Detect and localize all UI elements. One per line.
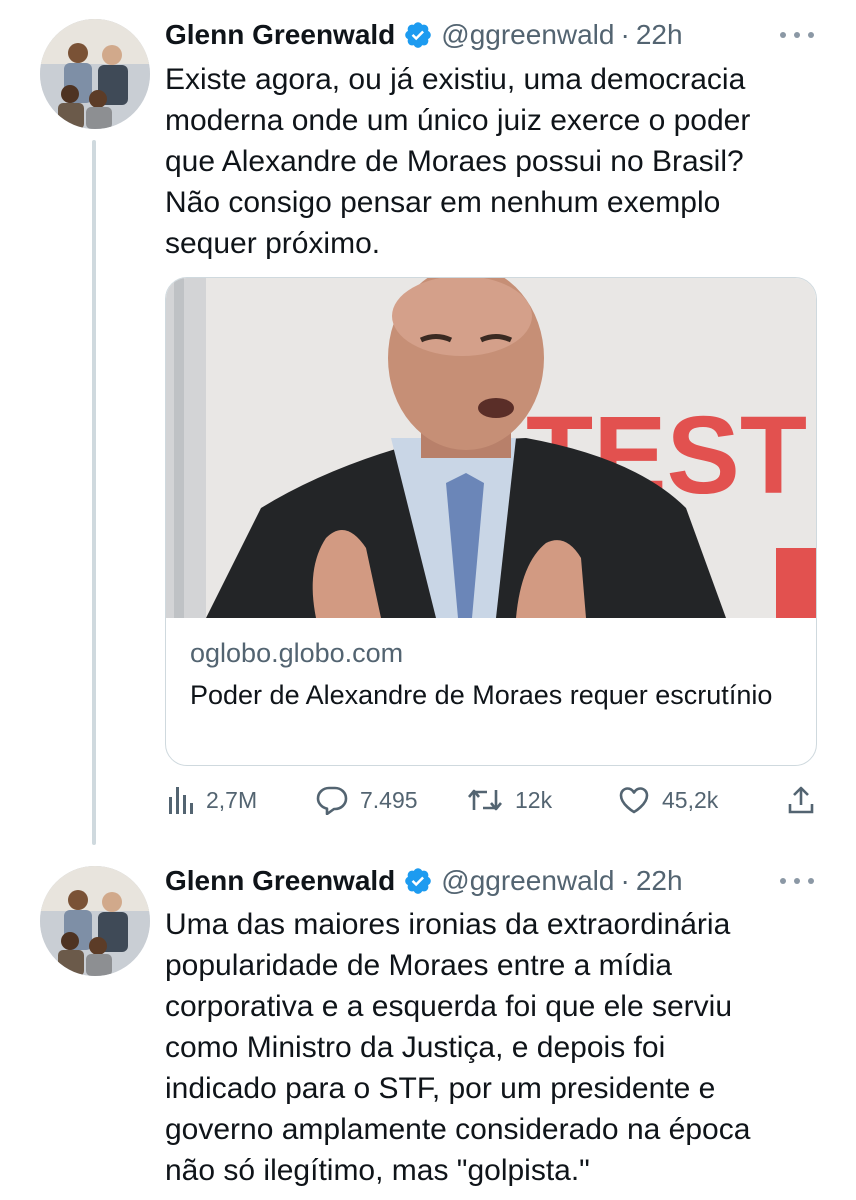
card-domain: oglobo.globo.com	[190, 638, 404, 668]
like-icon	[619, 787, 649, 814]
more-options-icon[interactable]	[780, 30, 814, 40]
reply-button[interactable]: 7.495	[316, 780, 418, 820]
separator-dot: ·	[620, 865, 630, 896]
separator-dot: ·	[620, 19, 630, 50]
more-options-icon[interactable]	[780, 876, 814, 886]
author-name[interactable]: Glenn Greenwald	[165, 865, 395, 897]
views-button[interactable]: 2,7M	[168, 780, 257, 820]
views-count: 2,7M	[206, 786, 258, 813]
retweet-count: 12k	[515, 786, 553, 813]
like-button[interactable]: 45,2k	[618, 780, 718, 820]
avatar-photo	[40, 866, 150, 976]
avatar-photo	[40, 19, 150, 129]
author-name[interactable]: Glenn Greenwald	[165, 19, 395, 51]
thread-line	[92, 140, 96, 845]
link-card[interactable]: TEST oglobo.globo.com Poder de Alexandre…	[165, 277, 817, 766]
author-handle[interactable]: @ggreenwald	[441, 19, 614, 51]
like-count: 45,2k	[662, 786, 719, 813]
tweet-actions: 2,7M 7.495 12k 45,2k	[165, 780, 825, 820]
verified-badge-icon	[405, 22, 432, 48]
tweet-text: Uma das maiores ironias da extraordinári…	[165, 908, 751, 1187]
author-handle[interactable]: @ggreenwald	[441, 865, 614, 897]
avatar[interactable]	[40, 866, 150, 976]
avatar[interactable]	[40, 19, 150, 129]
share-icon	[788, 786, 814, 814]
card-image: TEST	[166, 278, 816, 618]
tweet-time[interactable]: 22h	[636, 19, 683, 51]
retweet-icon	[468, 789, 502, 811]
tweet-text: Existe agora, ou já existiu, uma democra…	[165, 63, 751, 260]
reply-count: 7.495	[360, 786, 418, 813]
reply-icon	[316, 786, 348, 815]
verified-badge-icon	[405, 868, 432, 894]
tweet-header: Glenn Greenwald @ggreenwald · 22h	[165, 15, 683, 55]
tweet-header: Glenn Greenwald @ggreenwald · 22h	[165, 861, 683, 901]
retweet-button[interactable]: 12k	[467, 780, 552, 820]
tweet-time[interactable]: 22h	[636, 865, 683, 897]
share-button[interactable]	[787, 780, 815, 820]
views-icon	[169, 787, 193, 814]
card-title: Poder de Alexandre de Moraes requer escr…	[190, 680, 773, 710]
